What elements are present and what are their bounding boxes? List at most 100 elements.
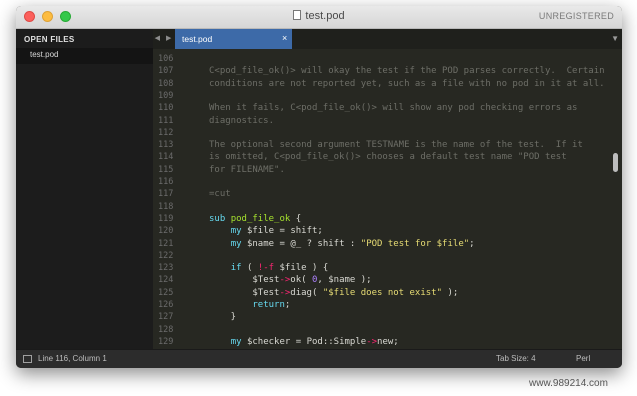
- code-token: shift: [290, 226, 318, 237]
- code-token: {: [290, 213, 302, 224]
- line-number: 114: [158, 152, 174, 163]
- tab-nav-arrows[interactable]: ◀ ▶: [153, 29, 175, 49]
- line-number: 111: [158, 115, 174, 126]
- code-token: ;: [284, 300, 291, 310]
- code-token: =: [274, 226, 291, 237]
- code-token: ->: [366, 336, 378, 347]
- code-token: :: [344, 238, 361, 249]
- code-token: conditions are not reported yet, such as…: [209, 78, 605, 89]
- code-token: ;: [469, 238, 475, 249]
- line-number: 110: [158, 103, 174, 114]
- code-token: !-f: [257, 263, 275, 274]
- code-line: for FILENAME".: [209, 164, 285, 176]
- code-line: conditions are not reported yet, such as…: [209, 78, 605, 90]
- line-number: 115: [158, 164, 174, 175]
- code-token: pod_file_ok: [230, 213, 291, 224]
- code-line: my $file = shift;: [209, 225, 323, 237]
- registration-label: UNREGISTERED: [538, 11, 614, 21]
- code-line: diagnostics.: [209, 115, 274, 127]
- code-token: =cut: [209, 189, 231, 200]
- code-token: $file: [279, 263, 307, 274]
- sidebar: OPEN FILES test.pod: [16, 29, 153, 349]
- title-bar: test.pod UNREGISTERED: [16, 6, 622, 29]
- code-token: @_: [290, 238, 302, 249]
- status-bar: Line 116, Column 1 Tab Size: 4 Perl: [16, 349, 622, 368]
- code-line: my $checker = Pod::Simple->new;: [209, 336, 399, 348]
- code-line: is omitted, C<pod_file_ok()> chooses a d…: [209, 151, 567, 163]
- code-token: $name: [328, 275, 356, 286]
- line-number: 127: [158, 312, 174, 323]
- code-token: ,: [317, 275, 329, 286]
- code-token: ok(: [290, 275, 312, 286]
- code-token: ->: [279, 275, 291, 286]
- syntax-indicator[interactable]: Perl: [576, 354, 590, 363]
- tab-close-icon[interactable]: ×: [282, 33, 287, 43]
- code-token: ) {: [306, 263, 329, 274]
- code-token: The optional second argument TESTNAME is…: [209, 140, 583, 151]
- line-number: 107: [158, 66, 174, 77]
- scrollbar-thumb[interactable]: [613, 153, 618, 172]
- code-line: }: [209, 311, 236, 323]
- watermark-text: www.989214.com: [529, 378, 608, 389]
- document-icon: [293, 10, 302, 20]
- code-token: new;: [377, 336, 399, 347]
- code-line: =cut: [209, 188, 231, 200]
- code-line: my $name = @_ ? shift : "POD test for $f…: [209, 238, 475, 250]
- editor-window: test.pod UNREGISTERED OPEN FILES test.po…: [16, 6, 622, 368]
- line-number: 109: [158, 90, 174, 101]
- code-token: ->: [279, 287, 291, 298]
- code-token: "POD test for $file": [360, 238, 470, 249]
- code-token: shift: [317, 238, 345, 249]
- tab-size-indicator[interactable]: Tab Size: 4: [496, 354, 536, 363]
- code-token: is omitted, C<pod_file_ok()> chooses a d…: [209, 152, 567, 163]
- line-number: 125: [158, 287, 174, 298]
- code-token: my: [230, 238, 247, 249]
- code-token: "$file does not exist": [322, 287, 443, 298]
- panel-toggle-icon[interactable]: [23, 355, 32, 363]
- cursor-position: Line 116, Column 1: [38, 354, 107, 363]
- line-number-gutter: 106 107 108 109 110 111 112 113 114 115 116 117 118 1…: [153, 49, 188, 349]
- code-token: diagnostics.: [209, 115, 275, 126]
- code-token: =: [274, 238, 291, 249]
- sidebar-file-label: test.pod: [30, 50, 59, 59]
- vertical-scrollbar[interactable]: [610, 49, 622, 349]
- code-line: When it fails, C<pod_file_ok()> will sho…: [209, 102, 577, 114]
- code-token: my: [230, 226, 247, 237]
- line-number: 116: [158, 177, 174, 187]
- tab-overflow-icon[interactable]: ▼: [611, 34, 619, 43]
- code-token: }: [209, 312, 237, 323]
- code-token: );: [442, 287, 459, 298]
- code-token: ;: [317, 226, 323, 237]
- code-line: $Test->ok( 0, $name );: [209, 274, 371, 286]
- code-line: C<pod_file_ok()> will okay the test if t…: [209, 65, 605, 77]
- sidebar-file-item[interactable]: test.pod: [16, 48, 153, 64]
- line-number: 112: [158, 127, 174, 138]
- line-number: 124: [158, 275, 174, 286]
- open-files-header: OPEN FILES: [24, 35, 75, 44]
- line-number: 129: [158, 336, 174, 347]
- line-number: 128: [158, 324, 174, 335]
- code-token: $name: [246, 238, 275, 249]
- code-editor[interactable]: C<pod_file_ok()> will okay the test if t…: [188, 49, 610, 349]
- code-token: diag(: [290, 287, 323, 298]
- tab-label: test.pod: [182, 34, 213, 44]
- line-number: 119: [158, 213, 174, 224]
- line-number: 120: [158, 226, 174, 237]
- line-number: 118: [158, 201, 174, 212]
- line-number: 123: [158, 263, 174, 274]
- code-token: my: [230, 336, 247, 347]
- code-line: if ( !-f $file ) {: [209, 262, 329, 274]
- tab-test-pod[interactable]: test.pod ×: [175, 29, 292, 49]
- code-token: C<pod_file_ok()> will okay the test if t…: [209, 66, 605, 77]
- code-token: sub: [209, 213, 231, 224]
- code-token: $Test: [252, 287, 280, 298]
- code-token: $file: [246, 226, 275, 237]
- code-line: return;: [209, 299, 290, 311]
